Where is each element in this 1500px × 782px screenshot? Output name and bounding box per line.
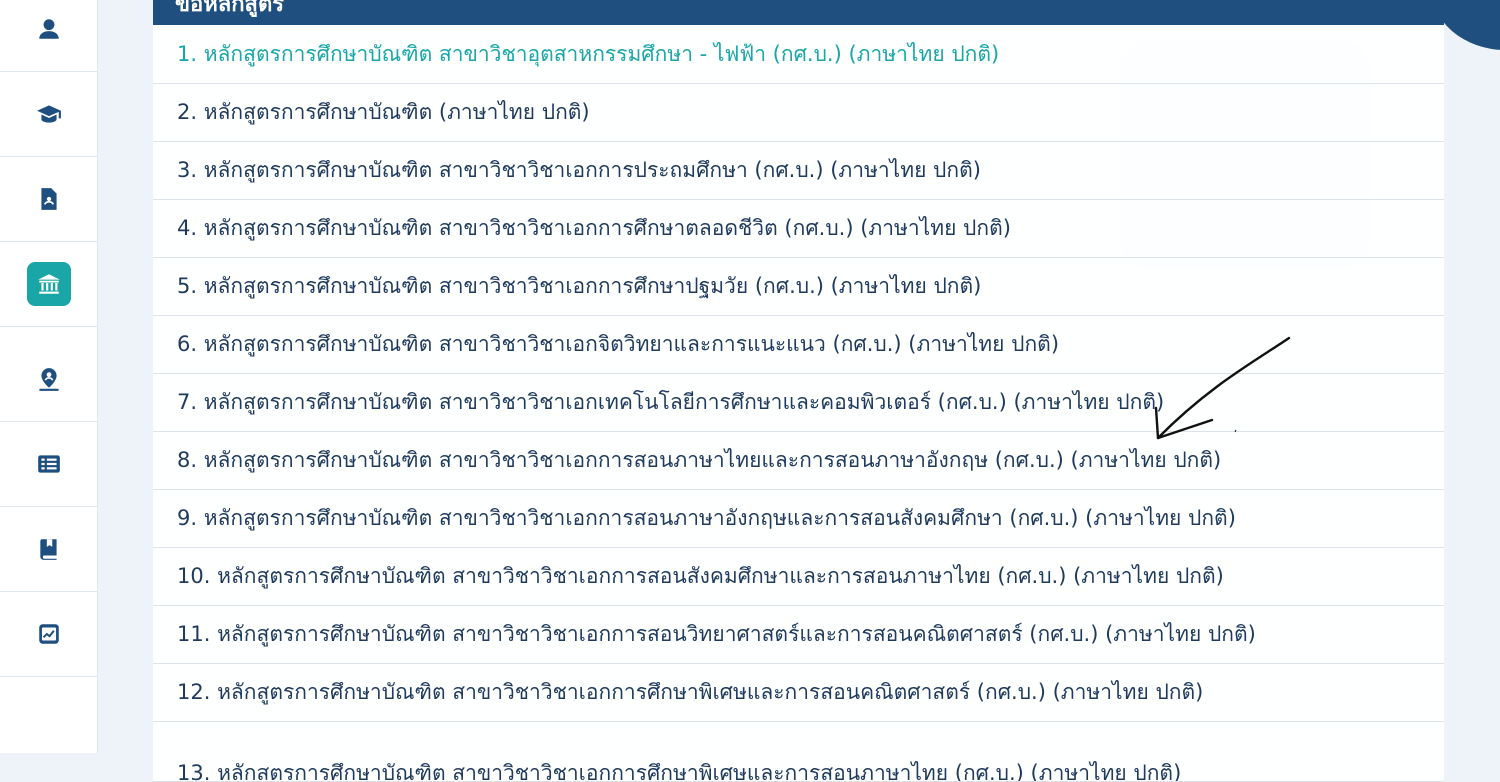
program-item[interactable]: 5. หลักสูตรการศึกษาบัณฑิต สาขาวิชาวิชาเอ… <box>153 258 1444 316</box>
program-item[interactable]: 11. หลักสูตรการศึกษาบัณฑิต สาขาวิชาวิชาเ… <box>153 606 1444 664</box>
program-item[interactable]: 13. หลักสูตรการศึกษาบัณฑิต สาขาวิชาวิชาเ… <box>153 722 1444 782</box>
program-link[interactable]: 4. หลักสูตรการศึกษาบัณฑิต สาขาวิชาวิชาเอ… <box>177 212 1011 245</box>
panel-title: ข้อหลักสูตร <box>175 0 285 17</box>
program-link[interactable]: 3. หลักสูตรการศึกษาบัณฑิต สาขาวิชาวิชาเอ… <box>177 154 981 187</box>
program-item[interactable]: 12. หลักสูตรการศึกษาบัณฑิต สาขาวิชาวิชาเ… <box>153 664 1444 722</box>
program-link[interactable]: 10. หลักสูตรการศึกษาบัณฑิต สาขาวิชาวิชาเ… <box>177 560 1224 593</box>
program-link[interactable]: 8. หลักสูตรการศึกษาบัณฑิต สาขาวิชาวิชาเอ… <box>177 444 1221 477</box>
sidebar-item-profile[interactable] <box>0 0 97 72</box>
program-item[interactable]: 8. หลักสูตรการศึกษาบัณฑิต สาขาวิชาวิชาเอ… <box>153 432 1444 490</box>
program-list-panel: ข้อหลักสูตร 1. หลักสูตรการศึกษาบัณฑิต สา… <box>153 0 1444 782</box>
user-icon <box>27 7 71 51</box>
program-item[interactable]: 6. หลักสูตรการศึกษาบัณฑิต สาขาวิชาวิชาเอ… <box>153 316 1444 374</box>
program-link[interactable]: 2. หลักสูตรการศึกษาบัณฑิต (ภาษาไทย ปกติ) <box>177 96 590 129</box>
sidebar-item-documents[interactable] <box>0 157 97 242</box>
program-link[interactable]: 7. หลักสูตรการศึกษาบัณฑิต สาขาวิชาวิชาเอ… <box>177 386 1164 419</box>
program-link[interactable]: 1. หลักสูตรการศึกษาบัณฑิต สาขาวิชาอุตสาห… <box>177 38 999 71</box>
program-item[interactable]: 1. หลักสูตรการศึกษาบัณฑิต สาขาวิชาอุตสาห… <box>153 25 1444 84</box>
sidebar-item-news[interactable] <box>0 422 97 507</box>
program-link[interactable]: 6. หลักสูตรการศึกษาบัณฑิต สาขาวิชาวิชาเอ… <box>177 328 1059 361</box>
university-icon <box>26 262 71 306</box>
sidebar-item-library[interactable] <box>0 507 97 592</box>
program-link[interactable]: 5. หลักสูตรการศึกษาบัณฑิต สาขาวิชาวิชาเอ… <box>177 270 981 303</box>
sidebar-item-university[interactable] <box>0 242 97 327</box>
program-item[interactable]: 7. หลักสูตรการศึกษาบัณฑิต สาขาวิชาวิชาเอ… <box>153 374 1444 432</box>
graduation-cap-icon <box>27 92 71 136</box>
file-user-icon <box>27 177 71 221</box>
book-bookmark-icon <box>27 527 71 571</box>
chart-line-icon <box>27 612 71 656</box>
program-link[interactable]: 11. หลักสูตรการศึกษาบัณฑิต สาขาวิชาวิชาเ… <box>177 618 1256 651</box>
map-pin-user-icon <box>27 357 71 401</box>
program-item[interactable]: 10. หลักสูตรการศึกษาบัณฑิต สาขาวิชาวิชาเ… <box>153 548 1444 606</box>
newspaper-icon <box>27 442 71 486</box>
program-item[interactable]: 3. หลักสูตรการศึกษาบัณฑิต สาขาวิชาวิชาเอ… <box>153 142 1444 200</box>
sidebar-item-statistics[interactable] <box>0 592 97 677</box>
sidebar <box>0 0 98 753</box>
program-item[interactable]: 2. หลักสูตรการศึกษาบัณฑิต (ภาษาไทย ปกติ) <box>153 84 1444 142</box>
sidebar-item-education[interactable] <box>0 72 97 157</box>
sidebar-item-location[interactable] <box>0 337 97 422</box>
program-item[interactable]: 4. หลักสูตรการศึกษาบัณฑิต สาขาวิชาวิชาเอ… <box>153 200 1444 258</box>
program-link[interactable]: 9. หลักสูตรการศึกษาบัณฑิต สาขาวิชาวิชาเอ… <box>177 502 1236 535</box>
panel-header: ข้อหลักสูตร <box>153 0 1444 25</box>
program-link[interactable]: 12. หลักสูตรการศึกษาบัณฑิต สาขาวิชาวิชาเ… <box>177 676 1203 709</box>
program-item[interactable]: 9. หลักสูตรการศึกษาบัณฑิต สาขาวิชาวิชาเอ… <box>153 490 1444 548</box>
program-link[interactable]: 13. หลักสูตรการศึกษาบัณฑิต สาขาวิชาวิชาเ… <box>177 757 1181 781</box>
program-list: 1. หลักสูตรการศึกษาบัณฑิต สาขาวิชาอุตสาห… <box>153 25 1444 782</box>
